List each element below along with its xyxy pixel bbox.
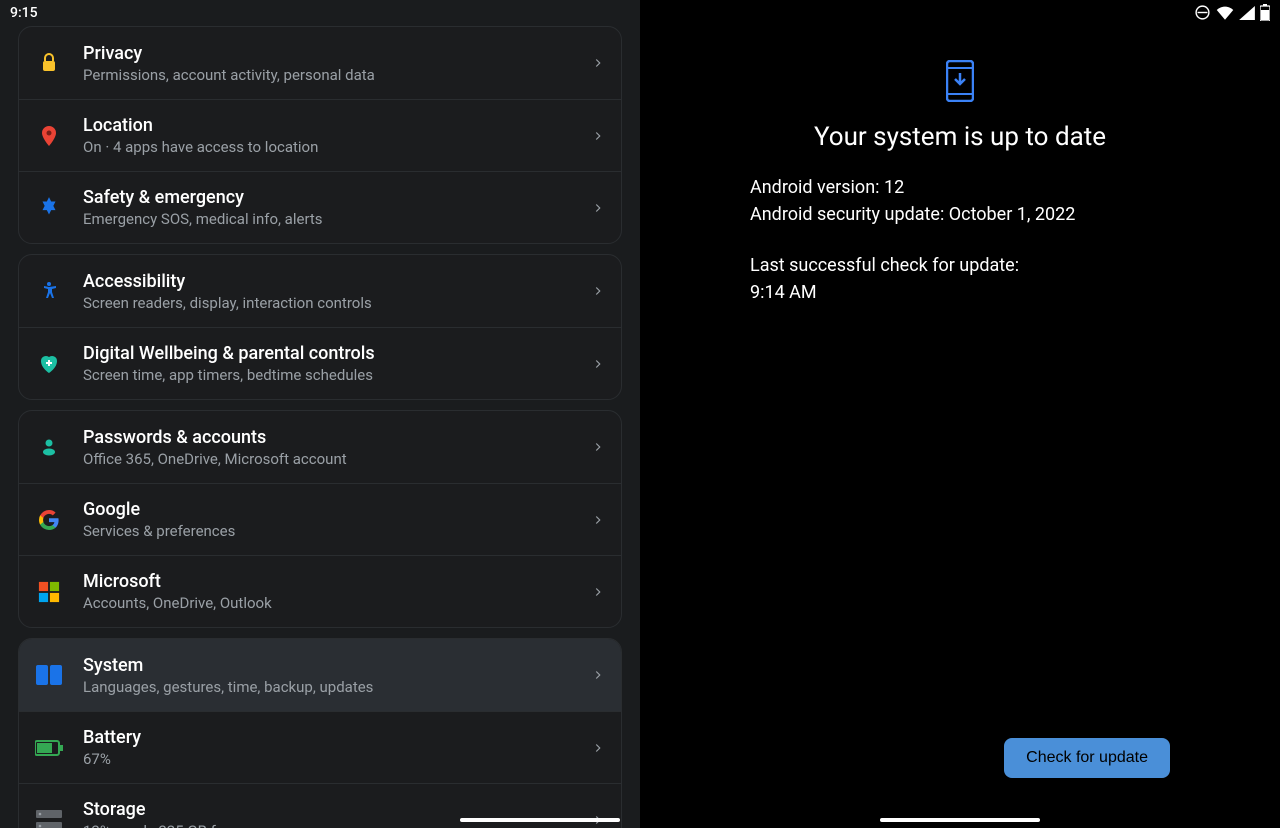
item-accessibility[interactable]: Accessibility Screen readers, display, i… bbox=[19, 255, 621, 327]
item-title: Privacy bbox=[83, 43, 583, 64]
dnd-icon bbox=[1194, 4, 1211, 21]
chevron-right-icon bbox=[591, 741, 605, 755]
chevron-right-icon bbox=[591, 201, 605, 215]
item-subtitle: Languages, gestures, time, backup, updat… bbox=[83, 678, 583, 696]
item-title: Microsoft bbox=[83, 571, 583, 592]
phone-download-icon bbox=[946, 60, 974, 106]
item-title: Location bbox=[83, 115, 583, 136]
item-title: Storage bbox=[83, 799, 583, 820]
statusbar-right bbox=[1194, 4, 1270, 21]
check-update-button[interactable]: Check for update bbox=[1004, 738, 1170, 778]
item-system[interactable]: System Languages, gestures, time, backup… bbox=[19, 639, 621, 711]
item-subtitle: On · 4 apps have access to location bbox=[83, 138, 583, 156]
battery-icon bbox=[35, 734, 63, 762]
account-icon bbox=[35, 433, 63, 461]
item-title: Battery bbox=[83, 727, 583, 748]
item-title: Accessibility bbox=[83, 271, 583, 292]
medical-icon bbox=[35, 194, 63, 222]
last-check-time: 9:14 AM bbox=[750, 279, 1170, 306]
chevron-right-icon bbox=[591, 357, 605, 371]
chevron-right-icon bbox=[591, 284, 605, 298]
person-icon bbox=[35, 277, 63, 305]
item-subtitle: Services & preferences bbox=[83, 522, 583, 540]
update-content: Your system is up to date Android versio… bbox=[640, 0, 1280, 828]
update-panel: Your system is up to date Android versio… bbox=[640, 0, 1280, 828]
item-privacy[interactable]: Privacy Permissions, account activity, p… bbox=[19, 27, 621, 99]
item-title: Passwords & accounts bbox=[83, 427, 583, 448]
item-subtitle: Screen time, app timers, bedtime schedul… bbox=[83, 366, 583, 384]
settings-group: System Languages, gestures, time, backup… bbox=[18, 638, 622, 828]
item-subtitle: Permissions, account activity, personal … bbox=[83, 66, 583, 84]
item-google[interactable]: Google Services & preferences bbox=[19, 483, 621, 555]
item-subtitle: Emergency SOS, medical info, alerts bbox=[83, 210, 583, 228]
item-subtitle: 12% used · 225 GB free bbox=[83, 822, 583, 828]
item-subtitle: 67% bbox=[83, 750, 583, 768]
system-icon bbox=[35, 661, 63, 689]
wifi-icon bbox=[1216, 6, 1234, 20]
statusbar-left: 9:15 bbox=[0, 0, 640, 26]
chevron-right-icon bbox=[591, 129, 605, 143]
security-update: Android security update: October 1, 2022 bbox=[750, 201, 1170, 228]
settings-group: Accessibility Screen readers, display, i… bbox=[18, 254, 622, 400]
chevron-right-icon bbox=[591, 56, 605, 70]
item-safety[interactable]: Safety & emergency Emergency SOS, medica… bbox=[19, 171, 621, 243]
item-battery[interactable]: Battery 67% bbox=[19, 711, 621, 783]
settings-panel: 9:15 Privacy Permissions, account activi… bbox=[0, 0, 640, 828]
item-title: Safety & emergency bbox=[83, 187, 583, 208]
item-title: System bbox=[83, 655, 583, 676]
item-subtitle: Accounts, OneDrive, Outlook bbox=[83, 594, 583, 612]
update-info: Android version: 12 Android security upd… bbox=[750, 174, 1170, 306]
nav-handle[interactable] bbox=[460, 818, 620, 822]
battery-icon bbox=[1260, 4, 1270, 21]
item-microsoft[interactable]: Microsoft Accounts, OneDrive, Outlook bbox=[19, 555, 621, 627]
heart-plus-icon bbox=[35, 350, 63, 378]
item-title: Google bbox=[83, 499, 583, 520]
settings-list[interactable]: Privacy Permissions, account activity, p… bbox=[0, 26, 640, 828]
item-subtitle: Screen readers, display, interaction con… bbox=[83, 294, 583, 312]
microsoft-icon bbox=[35, 578, 63, 606]
chevron-right-icon bbox=[591, 668, 605, 682]
nav-handle[interactable] bbox=[880, 818, 1040, 822]
signal-icon bbox=[1239, 6, 1255, 20]
update-title: Your system is up to date bbox=[750, 122, 1170, 152]
chevron-right-icon bbox=[591, 513, 605, 527]
statusbar-time: 9:15 bbox=[10, 5, 38, 21]
last-check-label: Last successful check for update: bbox=[750, 252, 1170, 279]
item-wellbeing[interactable]: Digital Wellbeing & parental controls Sc… bbox=[19, 327, 621, 399]
settings-group: Passwords & accounts Office 365, OneDriv… bbox=[18, 410, 622, 628]
storage-icon bbox=[35, 806, 63, 828]
pin-icon bbox=[35, 122, 63, 150]
item-location[interactable]: Location On · 4 apps have access to loca… bbox=[19, 99, 621, 171]
android-version: Android version: 12 bbox=[750, 174, 1170, 201]
item-passwords[interactable]: Passwords & accounts Office 365, OneDriv… bbox=[19, 411, 621, 483]
chevron-right-icon bbox=[591, 440, 605, 454]
chevron-right-icon bbox=[591, 585, 605, 599]
item-title: Digital Wellbeing & parental controls bbox=[83, 343, 583, 364]
settings-group: Privacy Permissions, account activity, p… bbox=[18, 26, 622, 244]
lock-icon bbox=[35, 49, 63, 77]
item-subtitle: Office 365, OneDrive, Microsoft account bbox=[83, 450, 583, 468]
google-icon bbox=[35, 506, 63, 534]
